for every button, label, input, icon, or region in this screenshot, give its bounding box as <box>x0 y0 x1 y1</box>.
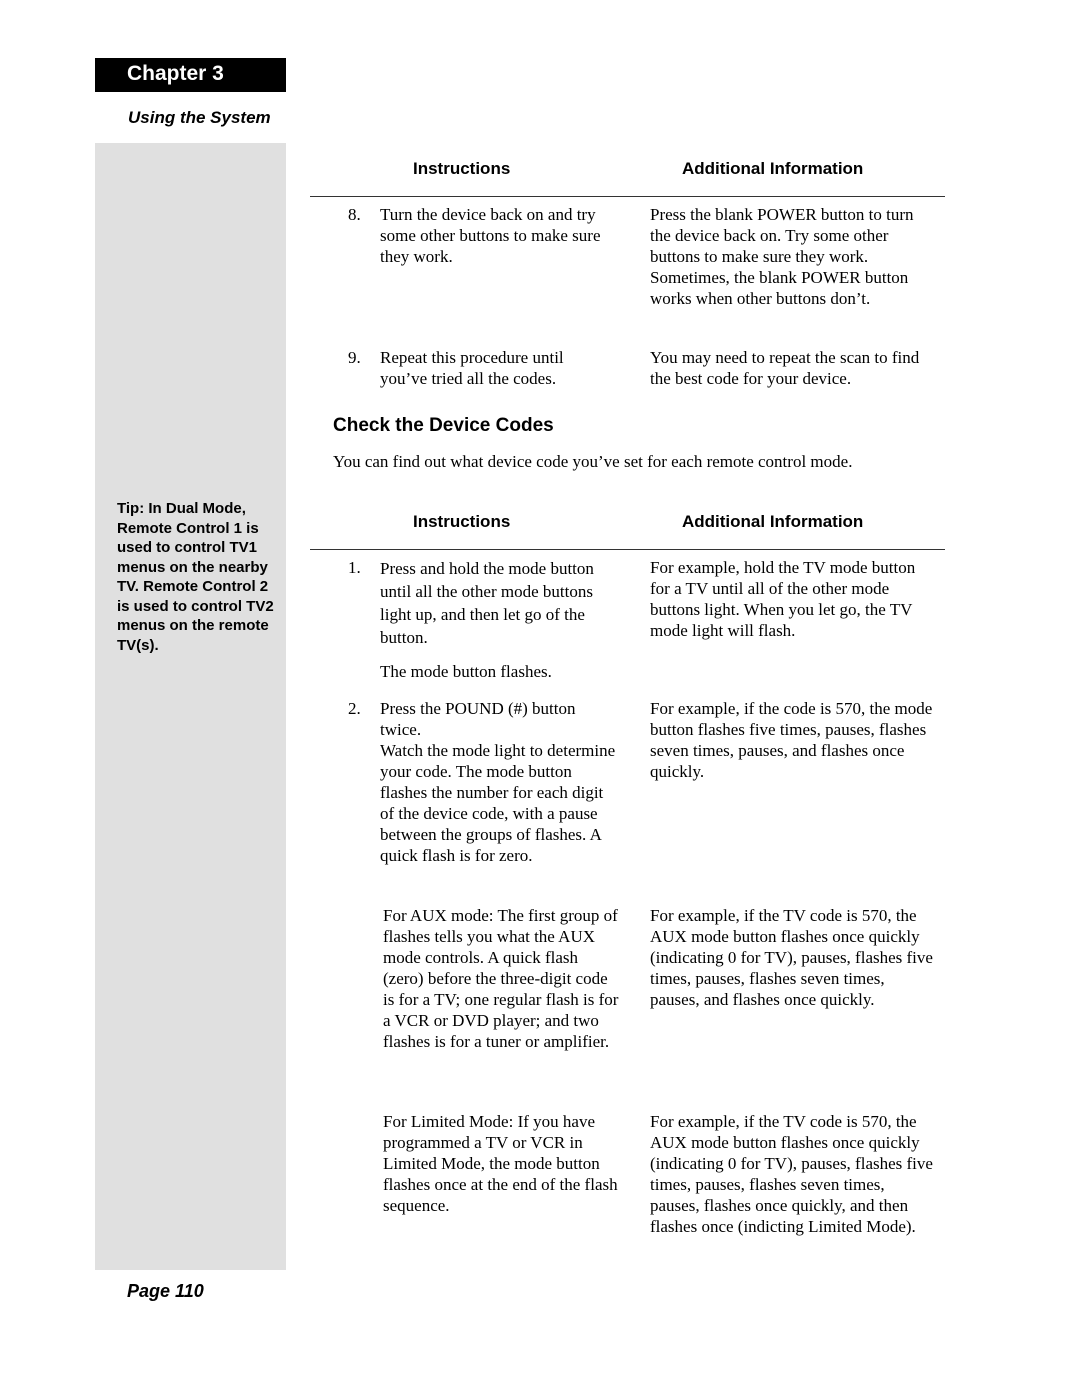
table1-header-instructions: Instructions <box>413 159 511 178</box>
step-info: Press the blank POWER button to turn the… <box>650 205 914 308</box>
step-info: For example, if the TV code is 570, the … <box>650 906 933 1009</box>
step-number: 9. <box>348 348 361 367</box>
intro-paragraph: You can find out what device code you’ve… <box>333 452 853 471</box>
page-number: Page 110 <box>127 1281 204 1301</box>
step-info: For example, if the code is 570, the mod… <box>650 699 933 781</box>
section-heading: Check the Device Codes <box>333 415 554 436</box>
table2-divider <box>310 549 945 550</box>
chapter-banner: Chapter 3 <box>95 58 286 92</box>
table1-divider <box>310 196 945 197</box>
chapter-label: Chapter 3 <box>127 62 224 85</box>
step-number: 8. <box>348 205 361 224</box>
step-result: The mode button flashes. <box>380 662 552 681</box>
sidebar: Tip: In Dual Mode, Remote Control 1 is u… <box>95 143 286 1270</box>
step-instruction: Turn the device back on and try some oth… <box>380 205 601 266</box>
step-instruction: For Limited Mode: If you have programmed… <box>383 1112 618 1215</box>
table2-header-additional: Additional Information <box>682 512 864 531</box>
step-instruction: Press and hold the mode button until all… <box>380 559 594 647</box>
step-instruction: Press the POUND (#) button twice. <box>380 699 576 739</box>
step-info: You may need to repeat the scan to find … <box>650 348 920 388</box>
step-number: 1. <box>348 558 361 577</box>
table2-header-instructions: Instructions <box>413 512 511 531</box>
step-number: 2. <box>348 699 361 718</box>
table1-header-additional: Additional Information <box>682 159 864 178</box>
step-instruction-continued: Watch the mode light to determine your c… <box>380 741 616 865</box>
step-instruction: Repeat this procedure until you’ve tried… <box>380 348 564 388</box>
step-instruction: For AUX mode: The first group of flashes… <box>383 906 619 1051</box>
section-title: Using the System <box>128 108 271 127</box>
step-info: For example, if the TV code is 570, the … <box>650 1112 933 1236</box>
step-info: For example, hold the TV mode button for… <box>650 558 916 640</box>
tip-text: Tip: In Dual Mode, Remote Control 1 is u… <box>117 500 274 654</box>
